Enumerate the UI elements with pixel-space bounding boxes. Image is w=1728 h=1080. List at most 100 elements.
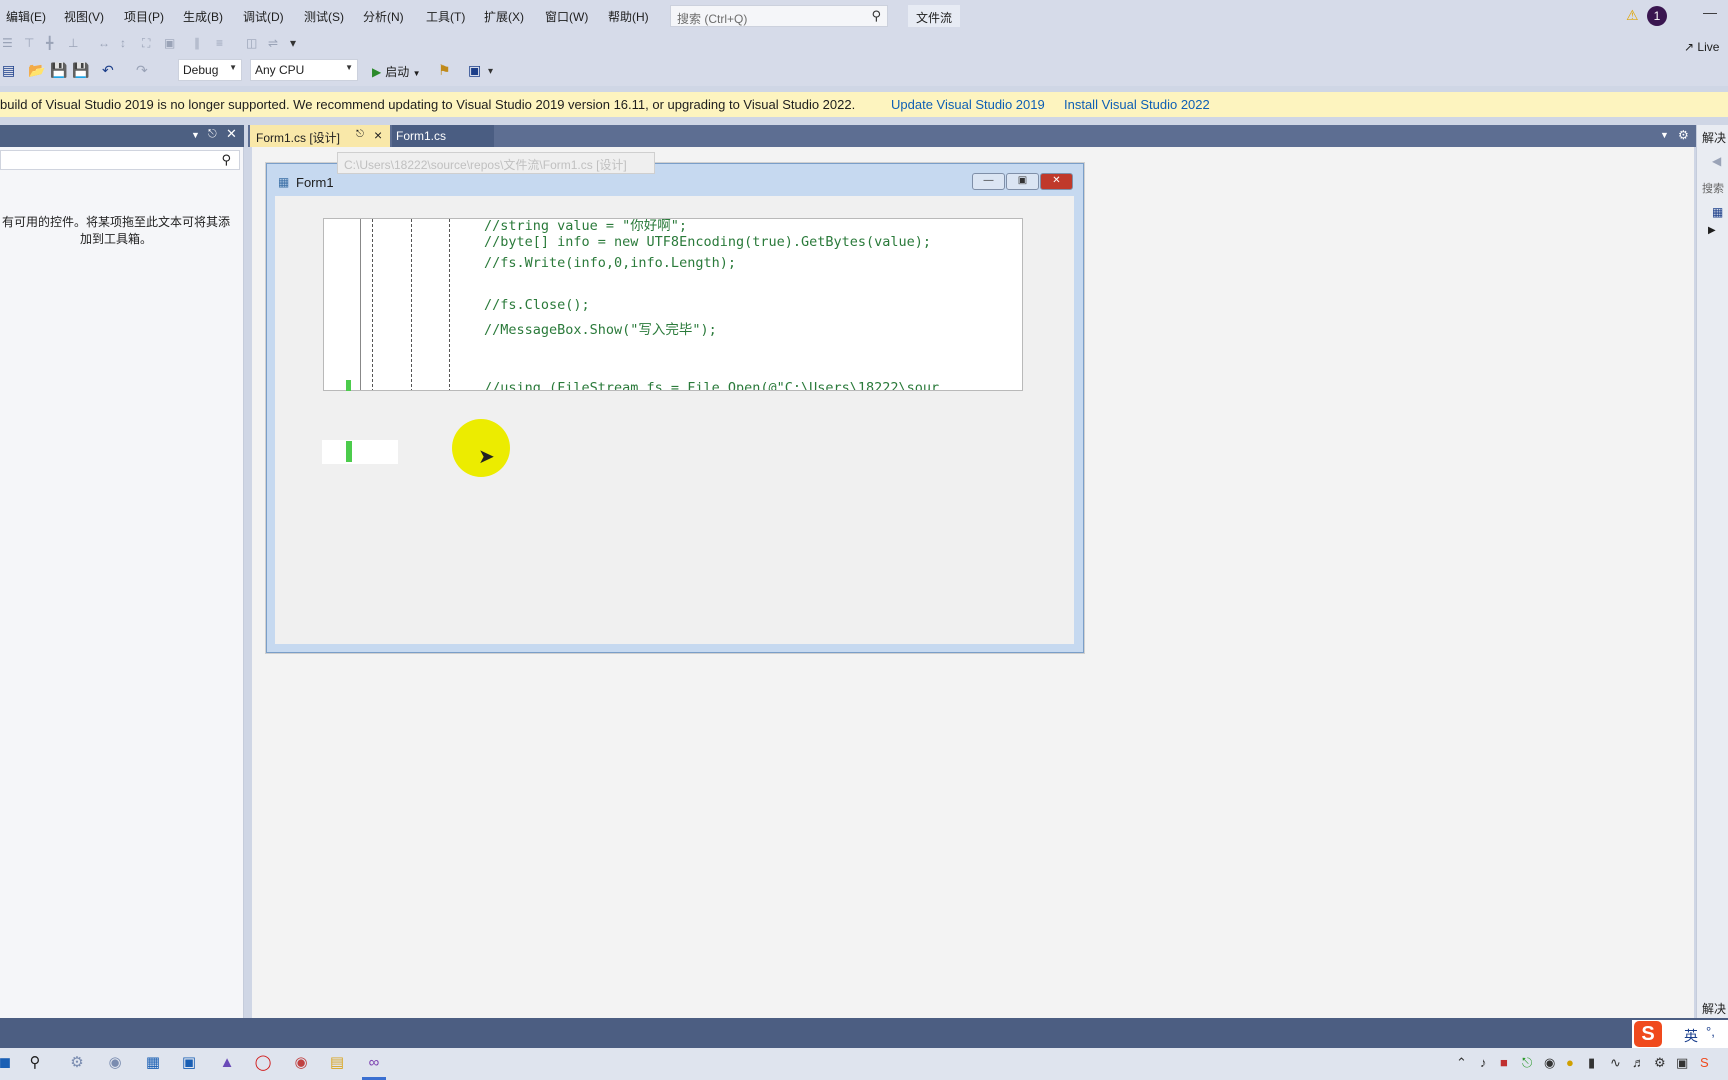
- live-share-button[interactable]: ↗ Live: [1684, 40, 1719, 54]
- solution-configuration-select[interactable]: Debug ▼: [178, 59, 242, 81]
- small-picture-box[interactable]: [322, 440, 398, 464]
- menu-help[interactable]: 帮助(H): [608, 8, 649, 25]
- align-left-icon[interactable]: ☰: [2, 36, 13, 50]
- menu-window[interactable]: 窗口(W): [545, 8, 588, 25]
- horizontal-spacing-icon[interactable]: ∥: [194, 36, 200, 50]
- solution-explorer-panel: [1696, 125, 1728, 1018]
- battery-icon[interactable]: ▮: [1588, 1055, 1595, 1071]
- account-avatar[interactable]: 1: [1647, 6, 1667, 26]
- pin-icon[interactable]: ⎋: [356, 129, 364, 140]
- center-horizontally-icon[interactable]: ◫: [246, 36, 257, 50]
- volume-icon[interactable]: ♬: [1632, 1055, 1645, 1070]
- menu-debug[interactable]: 调试(D): [243, 8, 284, 25]
- menu-project[interactable]: 项目(P): [124, 8, 164, 25]
- indent-guide: [449, 219, 450, 390]
- security-icon[interactable]: ⎋: [1522, 1055, 1532, 1071]
- align-middle-icon[interactable]: ╋: [46, 36, 53, 50]
- tab-form1-design[interactable]: Form1.cs [设计] ⎋ ×: [250, 125, 390, 147]
- code-line: //byte[] info = new UTF8Encoding(true).G…: [484, 234, 932, 250]
- update-vs2019-link[interactable]: Update Visual Studio 2019: [891, 97, 1045, 112]
- search-input[interactable]: 搜索 (Ctrl+Q) ⚲: [670, 5, 888, 27]
- menu-extensions[interactable]: 扩展(X): [484, 8, 524, 25]
- make-same-height-icon[interactable]: ↕: [120, 36, 126, 50]
- menu-analyze[interactable]: 分析(N): [363, 8, 404, 25]
- menu-edit[interactable]: 编辑(E): [6, 8, 46, 25]
- status-bar: [0, 1018, 1728, 1048]
- calculator-icon[interactable]: ▦: [144, 1054, 162, 1072]
- gear-icon[interactable]: ⚙: [1678, 128, 1689, 142]
- change-marker: [346, 441, 352, 462]
- code-display-box[interactable]: //string value = "你好啊"; //byte[] info = …: [323, 218, 1023, 391]
- close-icon[interactable]: ✕: [226, 126, 237, 142]
- make-same-size-icon[interactable]: ▣: [164, 36, 175, 50]
- task-app-icon[interactable]: ▣: [180, 1054, 198, 1072]
- toolbar-overflow-icon[interactable]: ▾: [488, 66, 493, 77]
- tab-form1-code[interactable]: Form1.cs: [392, 125, 494, 147]
- tray-app-icon[interactable]: ●: [1566, 1055, 1574, 1070]
- form-maximize-button: ▣: [1006, 173, 1039, 190]
- chevron-right-icon[interactable]: ▶: [1708, 225, 1716, 236]
- search-icon: ⚲: [221, 152, 231, 167]
- make-same-width-icon[interactable]: ↔: [98, 36, 110, 50]
- file-explorer-icon[interactable]: ▤: [328, 1054, 346, 1072]
- vertical-spacing-icon[interactable]: ≡: [216, 36, 223, 50]
- platform-value: Any CPU: [255, 63, 305, 77]
- menu-view[interactable]: 视图(V): [64, 8, 104, 25]
- warning-icon[interactable]: ⚠: [1626, 7, 1639, 24]
- menu-tools[interactable]: 工具(T): [426, 8, 465, 25]
- save-icon[interactable]: 💾: [50, 62, 67, 79]
- tray-app-icon[interactable]: ■: [1500, 1055, 1508, 1070]
- solution-explorer-tab[interactable]: 解决: [1702, 1000, 1726, 1017]
- task-app-icon[interactable]: ◉: [292, 1054, 310, 1072]
- configuration-value: Debug: [183, 63, 219, 77]
- solution-explorer-title[interactable]: 解决: [1702, 129, 1726, 146]
- layout-toolbar: ☰ ⊤ ╋ ⊥ ↔ ↕ ⛶ ▣ ∥ ≡ ◫ ⇌ ▾: [0, 32, 1728, 56]
- align-top-icon[interactable]: ⊤: [24, 36, 34, 50]
- back-icon[interactable]: ◀: [1712, 154, 1721, 168]
- opera-icon[interactable]: ◯: [254, 1054, 272, 1072]
- tray-app-icon[interactable]: ▣: [1676, 1055, 1688, 1071]
- solution-platform-select[interactable]: Any CPU ▼: [250, 59, 358, 81]
- open-file-icon[interactable]: 📂: [28, 62, 45, 79]
- tab-overflow-icon[interactable]: ▼: [1660, 130, 1669, 140]
- ime-indicator[interactable]: S 英 °,: [1632, 1020, 1728, 1050]
- save-all-icon[interactable]: 💾: [72, 62, 89, 79]
- menu-build[interactable]: 生成(B): [183, 8, 223, 25]
- form-minimize-button: —: [972, 173, 1005, 190]
- toolbox-search-input[interactable]: ⚲: [0, 150, 240, 170]
- minimize-window-button[interactable]: —: [1703, 4, 1717, 20]
- size-to-grid-icon[interactable]: ⛶: [142, 36, 150, 51]
- task-app-icon[interactable]: ◉: [106, 1054, 124, 1072]
- toolbar-overflow-icon[interactable]: ▾: [290, 36, 296, 50]
- microphone-icon[interactable]: ♪: [1480, 1055, 1487, 1070]
- install-vs2022-link[interactable]: Install Visual Studio 2022: [1064, 97, 1210, 112]
- tab-order-icon[interactable]: ⇌: [268, 36, 278, 50]
- redo-icon[interactable]: ↷: [136, 62, 148, 79]
- indent-guide: [411, 219, 412, 390]
- info-bar-message: build of Visual Studio 2019 is no longer…: [0, 97, 856, 112]
- search-icon[interactable]: ⚲: [26, 1054, 44, 1072]
- new-project-icon[interactable]: ▤: [2, 62, 15, 79]
- pin-icon[interactable]: ⎋: [208, 128, 217, 141]
- align-bottom-icon[interactable]: ⊥: [68, 36, 78, 50]
- menu-test[interactable]: 测试(S): [304, 8, 344, 25]
- task-app-icon[interactable]: ▲: [218, 1054, 236, 1072]
- chevron-down-icon: ▼: [229, 63, 237, 72]
- hot-reload-icon[interactable]: ⚑: [438, 62, 451, 79]
- visual-studio-icon[interactable]: ∞: [365, 1054, 383, 1072]
- solution-explorer-search[interactable]: 搜索: [1702, 180, 1724, 196]
- chevron-down-icon[interactable]: ▼: [191, 130, 200, 140]
- start-debugging-button[interactable]: ▶ 启动 ▼: [368, 60, 425, 82]
- toolbox-panel: [0, 125, 244, 1018]
- close-icon[interactable]: ×: [374, 127, 382, 143]
- tray-expand-icon[interactable]: ⌃: [1456, 1055, 1467, 1071]
- sogou-tray-icon[interactable]: S: [1700, 1055, 1709, 1070]
- tray-app-icon[interactable]: ⚙: [1654, 1055, 1666, 1071]
- task-app-icon[interactable]: ⚙: [68, 1054, 86, 1072]
- indent-guide: [360, 219, 361, 390]
- network-shield-icon[interactable]: ◉: [1544, 1055, 1555, 1071]
- wifi-icon[interactable]: ∿: [1610, 1055, 1621, 1071]
- screenshot-icon[interactable]: ▣: [468, 62, 481, 79]
- undo-icon[interactable]: ↶: [102, 62, 114, 79]
- start-icon[interactable]: ◼: [0, 1054, 14, 1072]
